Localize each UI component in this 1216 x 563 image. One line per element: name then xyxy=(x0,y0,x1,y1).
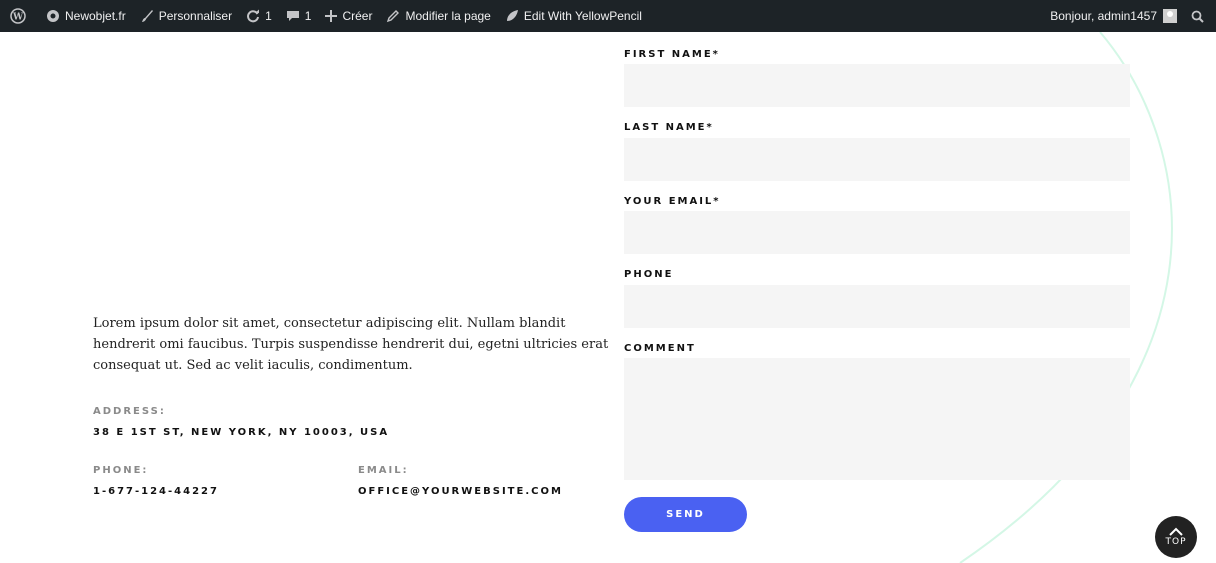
first-name-label: FIRST NAME* xyxy=(624,49,720,60)
account-menu[interactable]: Bonjour, admin1457 xyxy=(1043,0,1184,32)
comments-count: 1 xyxy=(304,9,312,23)
email-input[interactable] xyxy=(624,211,1130,254)
yellowpencil-link[interactable]: Edit With YellowPencil xyxy=(498,0,649,32)
comment-textarea[interactable] xyxy=(624,358,1130,480)
admin-bar: W Newobjet.fr Personnaliser 1 1 Créer Mo… xyxy=(0,0,1216,32)
address-value: 38 E 1ST ST, NEW YORK, NY 10003, USA xyxy=(93,427,390,438)
back-to-top-button[interactable]: TOP xyxy=(1155,516,1197,558)
wordpress-icon: W xyxy=(10,8,26,24)
edit-page-label: Modifier la page xyxy=(405,9,491,23)
email-value: OFFICE@YOURWEBSITE.COM xyxy=(358,486,563,497)
chevron-up-icon xyxy=(1169,527,1183,536)
last-name-input[interactable] xyxy=(624,138,1130,181)
site-name: Newobjet.fr xyxy=(65,9,126,23)
phone-field-label: PHONE xyxy=(624,269,674,280)
wordpress-logo-button[interactable]: W xyxy=(0,0,39,32)
greeting-text: Bonjour, admin1457 xyxy=(1050,9,1157,23)
yellowpencil-icon xyxy=(506,10,518,21)
dashboard-icon xyxy=(47,10,59,22)
back-to-top-label: TOP xyxy=(1165,537,1187,547)
search-icon xyxy=(1191,10,1204,23)
new-content-label: Créer xyxy=(342,9,373,23)
site-name-link[interactable]: Newobjet.fr xyxy=(39,0,133,32)
intro-paragraph: Lorem ipsum dolor sit amet, consectetur … xyxy=(93,316,609,373)
paintbrush-icon xyxy=(141,10,153,22)
plus-icon xyxy=(325,10,338,22)
last-name-label: LAST NAME* xyxy=(624,122,714,133)
edit-page-link[interactable]: Modifier la page xyxy=(379,0,497,32)
avatar xyxy=(1163,9,1177,23)
updates-link[interactable]: 1 xyxy=(239,0,279,32)
svg-text:W: W xyxy=(12,13,24,23)
first-name-input[interactable] xyxy=(624,64,1130,107)
new-content-link[interactable]: Créer xyxy=(318,0,379,32)
email-label: EMAIL: xyxy=(358,465,409,476)
phone-value: 1-677-124-44227 xyxy=(93,486,219,497)
phone-label: PHONE: xyxy=(93,465,149,476)
address-label: ADDRESS: xyxy=(93,406,166,417)
send-button[interactable]: SEND xyxy=(624,497,747,532)
customize-label: Personnaliser xyxy=(158,9,233,23)
admin-search-button[interactable] xyxy=(1184,0,1216,32)
comment-icon xyxy=(286,11,299,21)
comments-link[interactable]: 1 xyxy=(279,0,319,32)
phone-input[interactable] xyxy=(624,285,1130,328)
yellowpencil-label: Edit With YellowPencil xyxy=(523,9,642,23)
email-field-label: YOUR EMAIL* xyxy=(624,196,721,207)
refresh-icon xyxy=(247,9,260,23)
comment-label: COMMENT xyxy=(624,343,696,354)
pencil-icon xyxy=(387,10,400,23)
customize-link[interactable]: Personnaliser xyxy=(133,0,239,32)
updates-count: 1 xyxy=(265,9,272,23)
